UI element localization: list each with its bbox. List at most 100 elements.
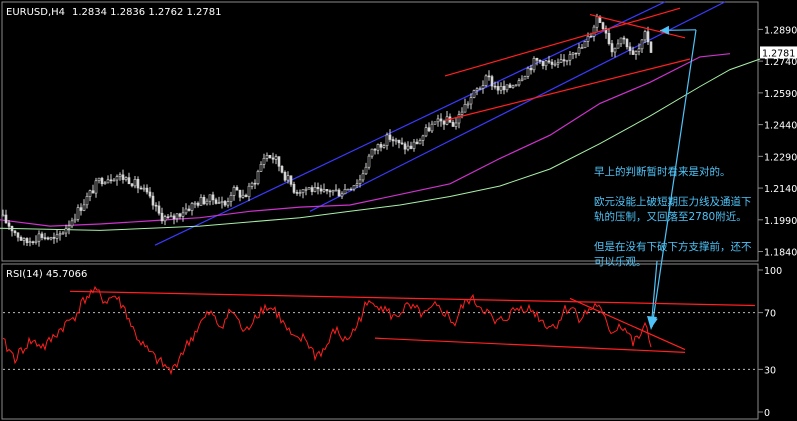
candle xyxy=(433,121,437,125)
candle-body xyxy=(451,122,455,127)
candle-body xyxy=(160,212,164,222)
candle-body xyxy=(340,193,344,197)
candle-body xyxy=(436,118,440,123)
candle xyxy=(472,89,476,99)
candle-body xyxy=(241,194,245,198)
candle-body xyxy=(220,201,224,203)
candle-body xyxy=(481,85,485,89)
candle-body xyxy=(649,41,653,53)
candle xyxy=(523,75,527,80)
candle-body xyxy=(466,103,470,106)
candle-body xyxy=(103,182,107,185)
candle-body xyxy=(574,52,578,55)
candle-body xyxy=(382,145,386,148)
candle-body xyxy=(571,52,575,55)
candle-body xyxy=(364,166,368,175)
candle-body xyxy=(217,202,221,204)
candle-body xyxy=(493,85,497,88)
candle-body xyxy=(82,204,86,211)
candle-body xyxy=(247,185,251,197)
candle-body xyxy=(124,177,128,180)
candle-body xyxy=(541,60,545,66)
candle-body xyxy=(328,190,332,193)
candle xyxy=(346,188,350,191)
candle-body xyxy=(73,218,77,222)
candle-body xyxy=(343,189,347,195)
candle-body xyxy=(286,175,290,181)
annotation-line-1: 早上的判断暂时看来是对的。 xyxy=(594,166,731,178)
candle-body xyxy=(394,139,398,142)
candle-body xyxy=(454,122,458,127)
candle-body xyxy=(223,201,227,206)
candle-body xyxy=(145,187,149,193)
candle-body xyxy=(463,104,467,113)
candle-body xyxy=(625,38,629,48)
candle-body xyxy=(151,195,155,206)
candle-body xyxy=(433,121,437,125)
candle-body xyxy=(583,41,587,49)
candle-body xyxy=(565,59,569,62)
candle-body xyxy=(610,43,614,53)
candle-body xyxy=(307,187,311,190)
candle-body xyxy=(97,177,101,181)
candle-body xyxy=(619,37,623,45)
candle-body xyxy=(487,75,491,78)
candle-body xyxy=(58,233,62,236)
candle-body xyxy=(400,142,404,145)
candle-body xyxy=(226,201,230,206)
candle-body xyxy=(646,31,650,43)
candle xyxy=(283,170,287,182)
candle-body xyxy=(40,233,44,238)
candle-body xyxy=(280,166,284,173)
price-tick-label: 1.2140 xyxy=(764,184,797,195)
candle xyxy=(532,56,536,73)
candle-body xyxy=(559,59,563,63)
candle-body xyxy=(370,148,374,157)
candle-body xyxy=(130,183,134,187)
candle-body xyxy=(268,155,272,159)
candle-body xyxy=(202,197,206,205)
candle-body xyxy=(199,197,203,206)
candle-body xyxy=(562,59,566,62)
ohlc-label: 1.2834 1.2836 1.2762 1.2781 xyxy=(72,7,222,18)
candle-body xyxy=(367,155,371,168)
price-tick-label: 1.2440 xyxy=(764,121,797,132)
candle-body xyxy=(244,194,248,197)
symbol-label: EURUSD,H4 xyxy=(6,7,65,18)
candle-body xyxy=(397,139,401,144)
annotation-line-2: 欧元没能上破短期压力线及通道下轨的压制，又回落至2780附近。 xyxy=(594,196,752,223)
candle-body xyxy=(175,213,179,220)
analysis-annotation: 早上的判断暂时看来是对的。 欧元没能上破短期压力线及通道下轨的压制，又回落至27… xyxy=(594,150,756,285)
candle-body xyxy=(181,212,185,217)
candle-body xyxy=(13,230,17,234)
candle-body xyxy=(91,190,95,194)
candle-body xyxy=(169,215,173,218)
candle-body xyxy=(421,135,425,141)
candle-body xyxy=(205,200,209,205)
candle-body xyxy=(178,213,182,217)
candle-body xyxy=(7,222,11,227)
candle-body xyxy=(34,240,38,243)
rsi-label: RSI(14) 45.7066 xyxy=(6,269,87,280)
candle-body xyxy=(586,35,590,42)
candle-body xyxy=(16,232,20,238)
candle-body xyxy=(538,59,542,62)
candle-body xyxy=(406,145,410,150)
candle-body xyxy=(331,190,335,193)
candle-body xyxy=(631,50,635,55)
candle-body xyxy=(592,26,596,37)
candle-body xyxy=(529,67,533,71)
candle-body xyxy=(355,183,359,186)
candle-body xyxy=(334,189,338,192)
candle-body xyxy=(157,205,161,214)
candle-body xyxy=(142,187,146,190)
candle-body xyxy=(31,241,35,243)
candle-body xyxy=(55,234,59,239)
candle-body xyxy=(361,173,365,181)
candle-body xyxy=(385,134,389,146)
candle-body xyxy=(568,54,572,61)
candle-body xyxy=(313,187,317,192)
candle-body xyxy=(316,187,320,190)
candle-body xyxy=(337,189,341,197)
candle-body xyxy=(412,141,416,149)
